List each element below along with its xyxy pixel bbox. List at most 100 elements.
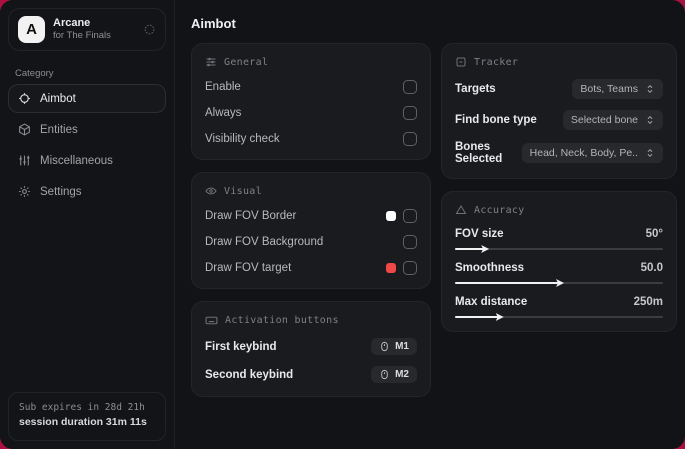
setting-label: First keybind	[205, 340, 277, 353]
category-label: Category	[15, 68, 54, 79]
max-distance-value: 250m	[633, 296, 663, 308]
card-title: Visual	[224, 185, 262, 197]
gear-icon[interactable]	[143, 23, 156, 36]
app-logo-card[interactable]: A Arcane for The Finals	[8, 8, 166, 51]
visual-card: Visual Draw FOV Border Draw FOV Backgrou…	[191, 172, 431, 289]
cube-icon	[18, 123, 31, 136]
slider-thumb[interactable]	[495, 313, 504, 321]
setting-label: Always	[205, 106, 242, 119]
chevrons-up-down-icon	[645, 115, 655, 125]
fov-size-slider[interactable]	[455, 245, 663, 253]
max-distance-row: Max distance 250m	[455, 296, 663, 308]
app-subtitle: for The Finals	[53, 30, 111, 42]
setting-label: Max distance	[455, 296, 528, 308]
setting-row-find-bone-type: Find bone type Selected bone	[455, 110, 663, 130]
setting-row-second-keybind: Second keybind M2	[205, 366, 417, 383]
always-checkbox[interactable]	[403, 105, 417, 120]
setting-row-fov-border: Draw FOV Border	[205, 208, 417, 223]
sliders-horizontal-icon	[205, 56, 217, 68]
setting-label: Smoothness	[455, 262, 525, 274]
card-title: General	[224, 56, 269, 68]
activation-buttons-card: Activation buttons First keybind M1 Seco…	[191, 301, 431, 397]
setting-label: Draw FOV target	[205, 261, 292, 274]
fov-border-color-swatch[interactable]	[386, 210, 396, 221]
setting-row-always: Always	[205, 105, 417, 120]
setting-label: Second keybind	[205, 368, 294, 381]
fov-border-checkbox[interactable]	[403, 208, 417, 223]
triangle-icon	[455, 204, 467, 216]
second-keybind-button[interactable]: M2	[371, 366, 417, 383]
setting-row-targets: Targets Bots, Teams	[455, 79, 663, 99]
dropdown-value: Selected bone	[570, 114, 638, 126]
visibility-check-checkbox[interactable]	[403, 131, 417, 146]
chevrons-up-down-icon	[645, 148, 655, 158]
keyboard-icon	[205, 314, 218, 327]
setting-label: FOV size	[455, 228, 504, 240]
setting-row-first-keybind: First keybind M1	[205, 338, 417, 355]
app-window: A Arcane for The Finals Category Aimbot	[0, 0, 685, 449]
bones-selected-dropdown[interactable]: Head, Neck, Body, Pe..	[521, 143, 663, 163]
main-content: Aimbot General Enable Always Visibility …	[175, 0, 685, 449]
fov-background-checkbox[interactable]	[403, 234, 417, 249]
setting-row-fov-target: Draw FOV target	[205, 260, 417, 275]
card-title: Accuracy	[474, 204, 525, 216]
chevrons-up-down-icon	[645, 84, 655, 94]
mouse-icon	[379, 369, 390, 380]
slider-thumb[interactable]	[556, 279, 564, 287]
setting-label: Draw FOV Background	[205, 235, 324, 248]
fov-size-row: FOV size 50°	[455, 228, 663, 240]
first-keybind-button[interactable]: M1	[371, 338, 417, 355]
smoothness-row: Smoothness 50.0	[455, 262, 663, 274]
setting-label: Find bone type	[455, 114, 537, 126]
sidebar-item-label: Miscellaneous	[40, 154, 113, 167]
enable-checkbox[interactable]	[403, 79, 417, 94]
accuracy-card: Accuracy FOV size 50° Smoothness 50.0 Ma…	[441, 191, 677, 332]
targets-dropdown[interactable]: Bots, Teams	[572, 79, 663, 99]
sidebar-nav: Aimbot Entities Miscellaneous Settings	[0, 84, 174, 206]
sidebar: A Arcane for The Finals Category Aimbot	[0, 0, 175, 449]
sidebar-item-entities[interactable]: Entities	[8, 115, 166, 144]
setting-label: Draw FOV Border	[205, 209, 297, 222]
fov-size-value: 50°	[645, 228, 663, 240]
find-bone-type-dropdown[interactable]: Selected bone	[562, 110, 663, 130]
page-title: Aimbot	[191, 16, 236, 31]
sidebar-item-label: Aimbot	[40, 92, 76, 105]
mouse-icon	[379, 341, 390, 352]
gear-icon	[18, 185, 31, 198]
subscription-expiry: Sub expires in 28d 21h	[19, 402, 145, 413]
setting-row-enable: Enable	[205, 79, 417, 94]
tracker-card: Tracker Targets Bots, Teams Find bone ty…	[441, 43, 677, 179]
general-card: General Enable Always Visibility check	[191, 43, 431, 160]
card-title: Activation buttons	[225, 315, 339, 326]
slider-thumb[interactable]	[481, 245, 490, 253]
crosshair-icon	[18, 92, 31, 105]
setting-label: Targets	[455, 83, 496, 95]
sliders-vertical-icon	[18, 154, 31, 167]
fov-target-checkbox[interactable]	[403, 260, 417, 275]
setting-label: Bones Selected	[455, 141, 503, 165]
session-duration: session duration 31m 11s	[19, 416, 147, 429]
smoothness-slider[interactable]	[455, 279, 663, 287]
app-identity: Arcane for The Finals	[53, 17, 135, 43]
fov-target-color-swatch[interactable]	[386, 262, 396, 273]
app-logo-avatar: A	[18, 16, 45, 43]
sidebar-item-label: Entities	[40, 123, 78, 136]
subscription-info: Sub expires in 28d 21h session duration …	[8, 392, 166, 441]
app-name: Arcane	[53, 16, 91, 29]
dropdown-value: Head, Neck, Body, Pe..	[529, 147, 638, 159]
smoothness-value: 50.0	[640, 262, 663, 274]
eye-icon	[205, 185, 217, 197]
focus-icon	[455, 56, 467, 68]
card-title: Tracker	[474, 56, 519, 68]
sidebar-item-settings[interactable]: Settings	[8, 177, 166, 206]
sidebar-item-label: Settings	[40, 185, 82, 198]
dropdown-value: Bots, Teams	[580, 83, 638, 95]
setting-row-fov-background: Draw FOV Background	[205, 234, 417, 249]
sidebar-item-aimbot[interactable]: Aimbot	[8, 84, 166, 113]
keybind-value: M1	[395, 341, 409, 352]
max-distance-slider[interactable]	[455, 313, 663, 321]
setting-label: Enable	[205, 80, 241, 93]
setting-label: Visibility check	[205, 132, 280, 145]
sidebar-item-miscellaneous[interactable]: Miscellaneous	[8, 146, 166, 175]
setting-row-visibility-check: Visibility check	[205, 131, 417, 146]
